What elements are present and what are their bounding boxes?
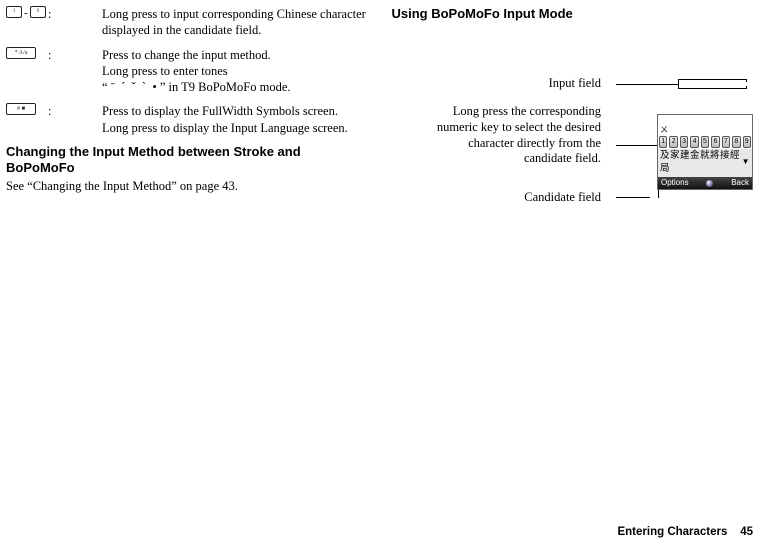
text-line: Long press to enter tones: [102, 63, 368, 79]
bracket-line: [678, 79, 746, 80]
key-hash-icon: # ■: [6, 103, 36, 115]
bracket-line: [678, 88, 746, 89]
key-entry-1-9: 1 - 9 : Long press to input correspondin…: [6, 6, 368, 39]
phone-number-row: 1 2 3 4 5 6 7 8 9: [657, 135, 753, 149]
key-combo: 1 - 9: [6, 6, 46, 39]
phone-key: 5: [701, 136, 709, 148]
phone-input-area: ㄨ: [657, 114, 753, 135]
phone-key: 7: [722, 136, 730, 148]
phone-input-char: ㄨ: [660, 125, 668, 135]
label-long-press: Long press the corresponding numeric key…: [431, 104, 601, 167]
label-candidate-field: Candidate field: [461, 190, 601, 206]
key-entry-text: Press to display the FullWidth Symbols s…: [102, 103, 368, 136]
range-dash: -: [24, 6, 28, 20]
phone-key: 6: [711, 136, 719, 148]
key-9-icon: 9: [30, 6, 46, 18]
phone-key: 1: [659, 136, 667, 148]
footer-section: Entering Characters: [617, 526, 727, 538]
phone-screen: ㄨ 1 2 3 4 5 6 7 8 9 及家建金就將接經局 ▼: [657, 114, 753, 190]
key-entry-star: * A/a : Press to change the input method…: [6, 47, 368, 96]
phone-key: 3: [680, 136, 688, 148]
softkey-right: Back: [731, 178, 749, 188]
colon: :: [46, 104, 51, 118]
phone-candidates: 及家建金就將接經局: [660, 150, 742, 175]
leader-line: [616, 197, 650, 198]
leader-line: [616, 145, 658, 146]
key-1-icon: 1: [6, 6, 22, 18]
text-line: Press to display the FullWidth Symbols s…: [102, 103, 368, 119]
heading-change-input-method: Changing the Input Method between Stroke…: [6, 144, 368, 177]
key-star-wrap: * A/a: [6, 47, 46, 96]
phone-key: 2: [669, 136, 677, 148]
heading-using-bopomofo: Using BoPoMoFo Input Mode: [392, 6, 754, 22]
text-line: Press to change the input method.: [102, 47, 368, 63]
diagram: Input field Long press the corresponding…: [392, 62, 754, 232]
key-entry-text: Press to change the input method. Long p…: [102, 47, 368, 96]
key-entry-hash: # ■ : Press to display the FullWidth Sym…: [6, 103, 368, 136]
bracket-line: [746, 79, 747, 82]
softkey-left: Options: [661, 178, 689, 188]
label-input-field: Input field: [481, 76, 601, 92]
footer-page: 45: [740, 526, 753, 538]
phone-candidate-row: 及家建金就將接經局 ▼: [657, 149, 753, 177]
key-star-icon: * A/a: [6, 47, 36, 59]
bracket-line: [678, 79, 679, 89]
page-footer: Entering Characters 45: [617, 525, 753, 540]
phone-key: 4: [690, 136, 698, 148]
key-hash-wrap: # ■: [6, 103, 46, 136]
leader-line: [616, 84, 678, 85]
bracket-line: [746, 86, 747, 89]
key-entry-text: Long press to input corresponding Chines…: [102, 6, 368, 39]
phone-softkey-bar: Options Back: [657, 177, 753, 190]
softkey-center-icon: [706, 180, 713, 187]
colon: :: [46, 7, 51, 21]
scroll-down-icon: ▼: [742, 157, 750, 167]
phone-key: 8: [732, 136, 740, 148]
text-line: “ ˉ ˊ ˇ ˋ • ” in T9 BoPoMoFo mode.: [102, 79, 368, 95]
see-reference: See “Changing the Input Method” on page …: [6, 178, 368, 194]
text-line: Long press to display the Input Language…: [102, 120, 368, 136]
colon: :: [46, 48, 51, 62]
phone-key: 9: [743, 136, 751, 148]
